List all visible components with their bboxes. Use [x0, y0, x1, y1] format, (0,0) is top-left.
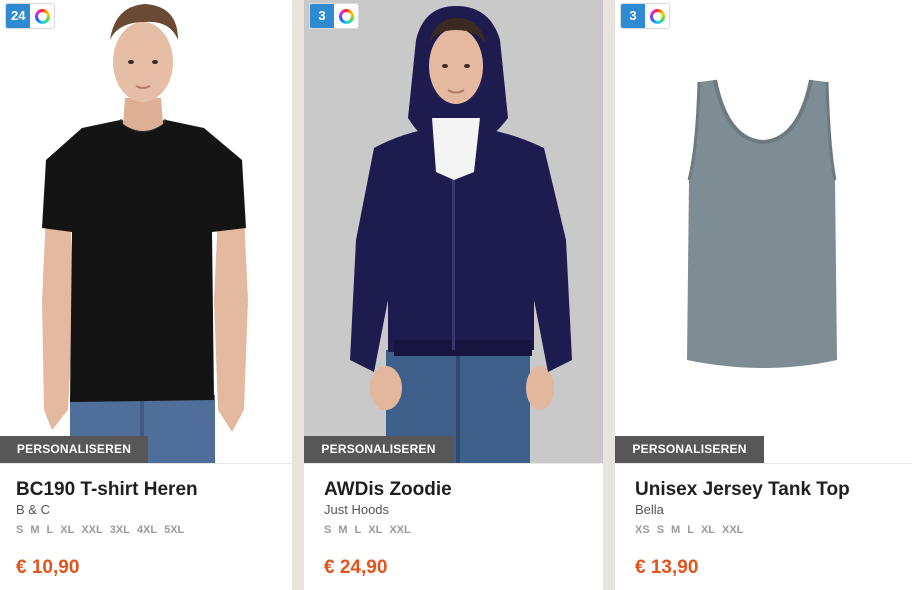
- color-count: 24: [6, 4, 31, 28]
- color-count: 3: [621, 4, 645, 28]
- product-image-area[interactable]: [304, 0, 603, 463]
- size-option: XL: [700, 524, 715, 536]
- product-brand: B & C: [16, 502, 50, 517]
- size-option: S: [656, 524, 665, 536]
- personalize-button[interactable]: PERSONALISEREN: [615, 436, 764, 463]
- product-brand: Bella: [635, 502, 664, 517]
- product-price: € 24,90: [324, 557, 388, 578]
- personalize-button[interactable]: PERSONALISEREN: [304, 436, 453, 463]
- color-count-badge: 3: [621, 4, 669, 28]
- size-option: 5XL: [164, 524, 185, 536]
- black-tshirt-model-photo: [42, 4, 248, 463]
- color-wheel-icon: [30, 4, 54, 28]
- personalize-button[interactable]: PERSONALISEREN: [0, 436, 148, 463]
- product-info: Unisex Jersey Tank Top Bella XS S M L XL…: [615, 463, 912, 590]
- size-option: XL: [368, 524, 383, 536]
- size-option: M: [671, 524, 681, 536]
- size-option: XXL: [389, 524, 411, 536]
- size-option: XXL: [722, 524, 744, 536]
- product-image-area[interactable]: [0, 0, 292, 463]
- color-count-badge: 3: [310, 4, 358, 28]
- size-option: S: [324, 524, 332, 536]
- size-option: L: [46, 524, 54, 536]
- size-option: XXL: [81, 524, 103, 536]
- product-card[interactable]: 3 PERSONALISEREN Unisex Jersey Tank Top …: [615, 0, 912, 590]
- size-option: 4XL: [136, 524, 158, 536]
- product-image-area[interactable]: [615, 0, 912, 463]
- color-count: 3: [310, 4, 334, 28]
- size-list: S M L XL XXL 3XL 4XL 5XL: [16, 524, 292, 537]
- size-option: L: [354, 524, 362, 536]
- product-card[interactable]: 3 PERSONALISEREN AWDis Zoodie Just Hoods…: [304, 0, 603, 590]
- navy-hoodie-model-photo: [350, 6, 572, 463]
- size-option: S: [16, 524, 24, 536]
- size-option: XL: [60, 524, 75, 536]
- color-wheel-icon: [645, 4, 669, 28]
- product-info: AWDis Zoodie Just Hoods S M L XL XXL € 2…: [304, 463, 603, 590]
- color-wheel-icon: [334, 4, 358, 28]
- product-card[interactable]: 24 PERSONALISEREN BC190 T-shirt Heren B …: [0, 0, 292, 590]
- size-option: 3XL: [109, 524, 130, 536]
- product-brand: Just Hoods: [324, 502, 390, 517]
- color-count-badge: 24: [6, 4, 55, 28]
- size-option: XS: [635, 524, 650, 536]
- product-title[interactable]: Unisex Jersey Tank Top: [635, 479, 912, 501]
- product-title[interactable]: BC190 T-shirt Heren: [16, 479, 292, 501]
- size-list: XS S M L XL XXL: [635, 524, 912, 537]
- size-option: L: [687, 524, 694, 536]
- product-price: € 13,90: [635, 557, 699, 578]
- product-price: € 10,90: [16, 557, 80, 578]
- product-title[interactable]: AWDis Zoodie: [324, 479, 603, 501]
- size-option: M: [30, 524, 40, 536]
- size-list: S M L XL XXL: [324, 524, 603, 537]
- product-info: BC190 T-shirt Heren B & C S M L XL XXL 3…: [0, 463, 292, 590]
- grey-tank-top-photo: [687, 79, 837, 368]
- size-option: M: [338, 524, 348, 536]
